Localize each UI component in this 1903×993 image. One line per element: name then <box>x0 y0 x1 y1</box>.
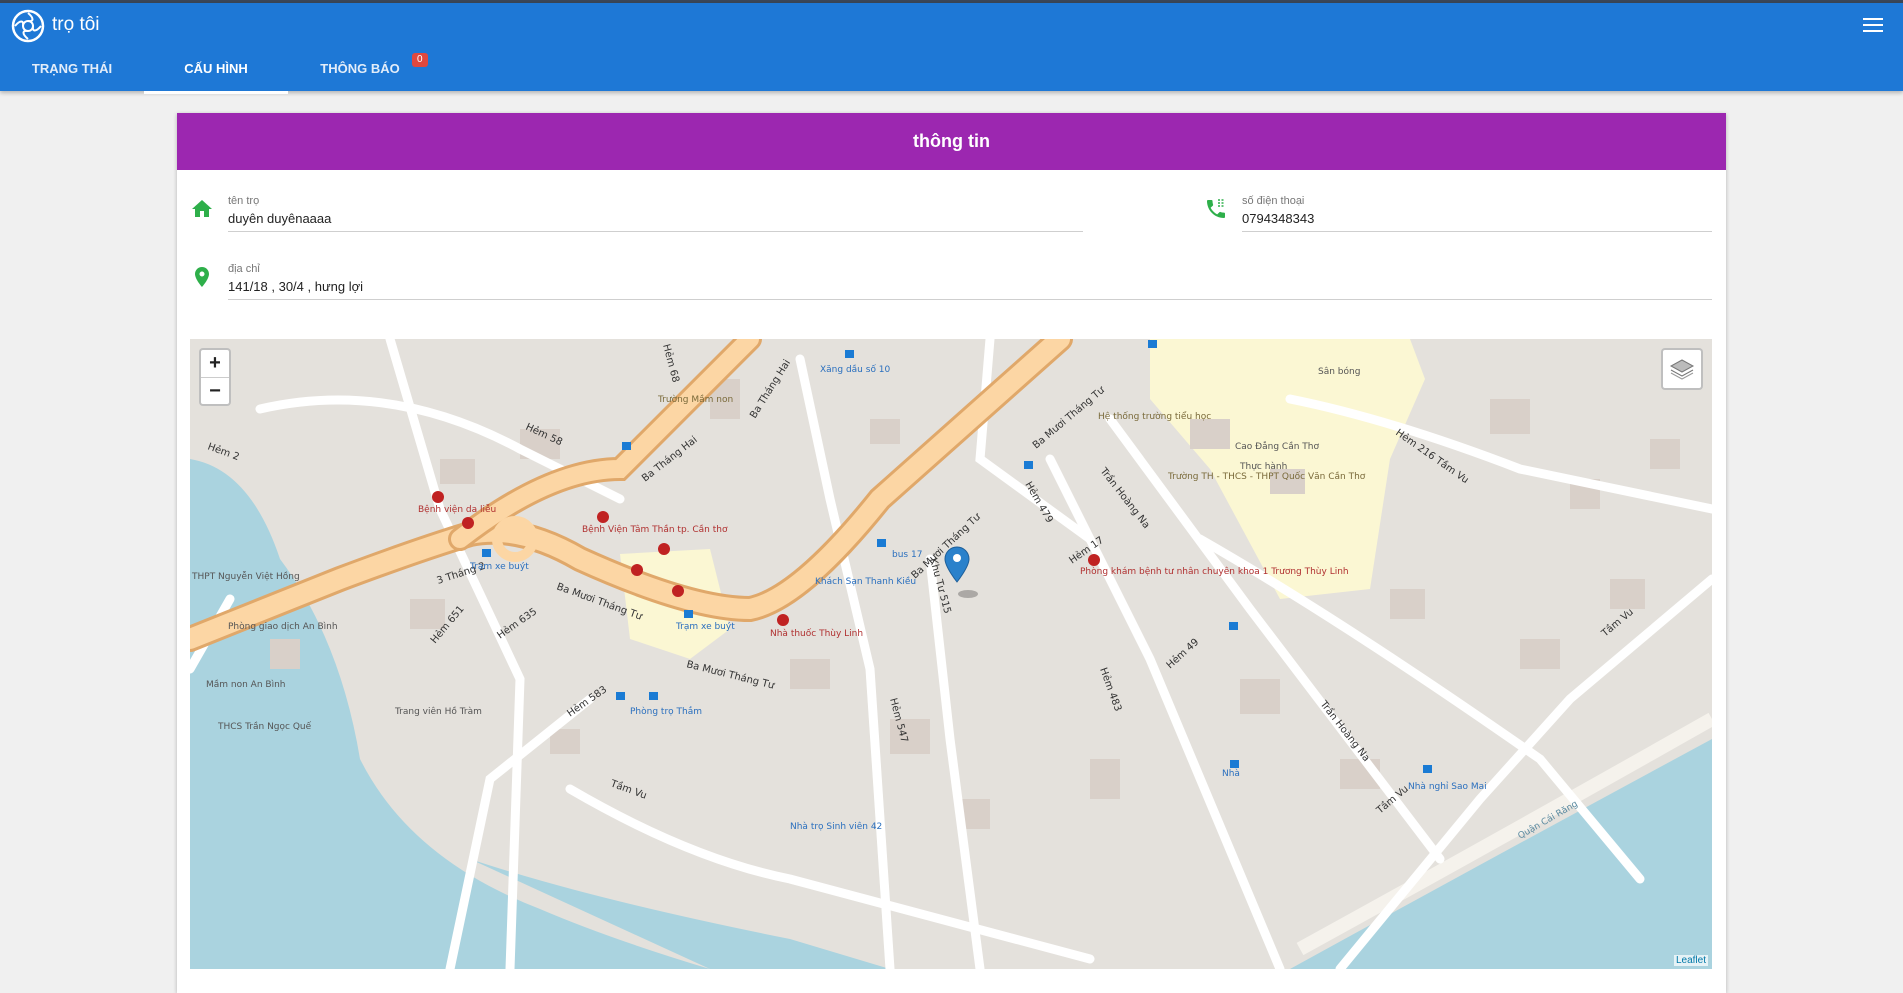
svg-text:Nhà trọ Sinh viên 42: Nhà trọ Sinh viên 42 <box>790 821 882 832</box>
svg-text:Khách Sạn Thanh Kiều: Khách Sạn Thanh Kiều <box>815 576 916 587</box>
svg-text:bus 17: bus 17 <box>892 550 922 560</box>
address-label: địa chỉ <box>228 263 260 275</box>
phone-label: số điện thoại <box>1242 195 1305 207</box>
map-view[interactable]: Ba Tháng Hai Ba Tháng Hai Ba Mươi Tháng … <box>190 339 1712 969</box>
phone-field[interactable]: số điện thoại 0794348343 <box>1242 185 1712 232</box>
phone-value[interactable]: 0794348343 <box>1242 211 1314 226</box>
name-field[interactable]: tên trọ duyên duyênaaaa <box>228 185 1083 232</box>
name-value[interactable]: duyên duyênaaaa <box>228 211 331 226</box>
svg-text:Nhà nghỉ Sao Mai: Nhà nghỉ Sao Mai <box>1408 781 1487 792</box>
hamburger-menu-icon[interactable] <box>1863 18 1883 34</box>
info-card: thông tin tên trọ duyên duyênaaaa số điệ… <box>177 113 1726 993</box>
svg-text:Cao Đẳng Cần Thơ: Cao Đẳng Cần Thơ <box>1235 441 1319 452</box>
svg-text:Trang viên Hồ Tràm: Trang viên Hồ Tràm <box>394 706 482 717</box>
name-label: tên trọ <box>228 195 260 207</box>
leaflet-attribution-link[interactable]: Leaflet <box>1673 955 1708 966</box>
svg-text:Phòng trọ Thắm: Phòng trọ Thắm <box>630 706 702 717</box>
zoom-in-button[interactable]: + <box>201 350 229 378</box>
home-icon <box>192 200 212 217</box>
layers-button[interactable] <box>1661 348 1703 390</box>
svg-text:Xăng dầu số 10: Xăng dầu số 10 <box>820 364 891 375</box>
svg-text:THCS Trần Ngọc Quế: THCS Trần Ngọc Quế <box>217 721 312 732</box>
svg-text:Trạm xe buýt: Trạm xe buýt <box>469 562 529 572</box>
svg-text:Bệnh Viện Tâm Thần tp. Cần thơ: Bệnh Viện Tâm Thần tp. Cần thơ <box>582 524 728 535</box>
app-bar: trọ tôi TRẠNG THÁI CẤU HÌNH THÔNG BÁO 0 <box>0 3 1903 94</box>
app-title: trọ tôi <box>52 14 100 35</box>
tab-cau-hinh[interactable]: CẤU HÌNH <box>144 49 288 94</box>
map-tiles[interactable]: Ba Tháng Hai Ba Tháng Hai Ba Mươi Tháng … <box>190 339 1712 969</box>
svg-text:Trường TH - THCS - THPT Quốc V: Trường TH - THCS - THPT Quốc Văn Cần Thơ <box>1167 471 1366 482</box>
layers-icon <box>1669 359 1695 380</box>
svg-text:Sân bóng: Sân bóng <box>1318 366 1360 377</box>
location-pin-icon <box>195 267 209 287</box>
svg-text:Trường Mầm non: Trường Mầm non <box>657 394 733 405</box>
svg-text:Nhà thuốc Thùy Linh: Nhà thuốc Thùy Linh <box>770 628 863 639</box>
zoom-control: + − <box>199 348 231 406</box>
address-field[interactable]: địa chỉ 141/18 , 30/4 , hưng lợi <box>228 253 1712 300</box>
tab-thong-bao[interactable]: THÔNG BÁO <box>288 49 432 91</box>
svg-text:THPT Nguyễn Việt Hồng: THPT Nguyễn Việt Hồng <box>191 571 300 582</box>
svg-text:Nhà: Nhà <box>1222 769 1240 779</box>
zoom-out-button[interactable]: − <box>201 378 229 405</box>
address-value[interactable]: 141/18 , 30/4 , hưng lợi <box>228 279 363 294</box>
svg-text:Hệ thống trường tiểu học: Hệ thống trường tiểu học <box>1098 411 1211 422</box>
tab-trang-thai[interactable]: TRẠNG THÁI <box>0 49 144 91</box>
app-logo-icon[interactable] <box>11 9 45 43</box>
svg-text:Mầm non An Bình: Mầm non An Bình <box>206 679 286 690</box>
svg-text:Trạm xe buýt: Trạm xe buýt <box>675 622 735 632</box>
phone-icon <box>1207 199 1225 218</box>
svg-text:Bệnh viện da liễu: Bệnh viện da liễu <box>418 504 496 515</box>
svg-text:Thực hành: Thực hành <box>1239 462 1287 472</box>
svg-text:Phòng giao dịch An Bình: Phòng giao dịch An Bình <box>228 621 338 632</box>
card-title: thông tin <box>177 113 1726 170</box>
notification-badge: 0 <box>412 53 428 67</box>
svg-text:Phòng khám bệnh tư nhân chuyên: Phòng khám bệnh tư nhân chuyên khoa 1 Tr… <box>1080 566 1349 577</box>
